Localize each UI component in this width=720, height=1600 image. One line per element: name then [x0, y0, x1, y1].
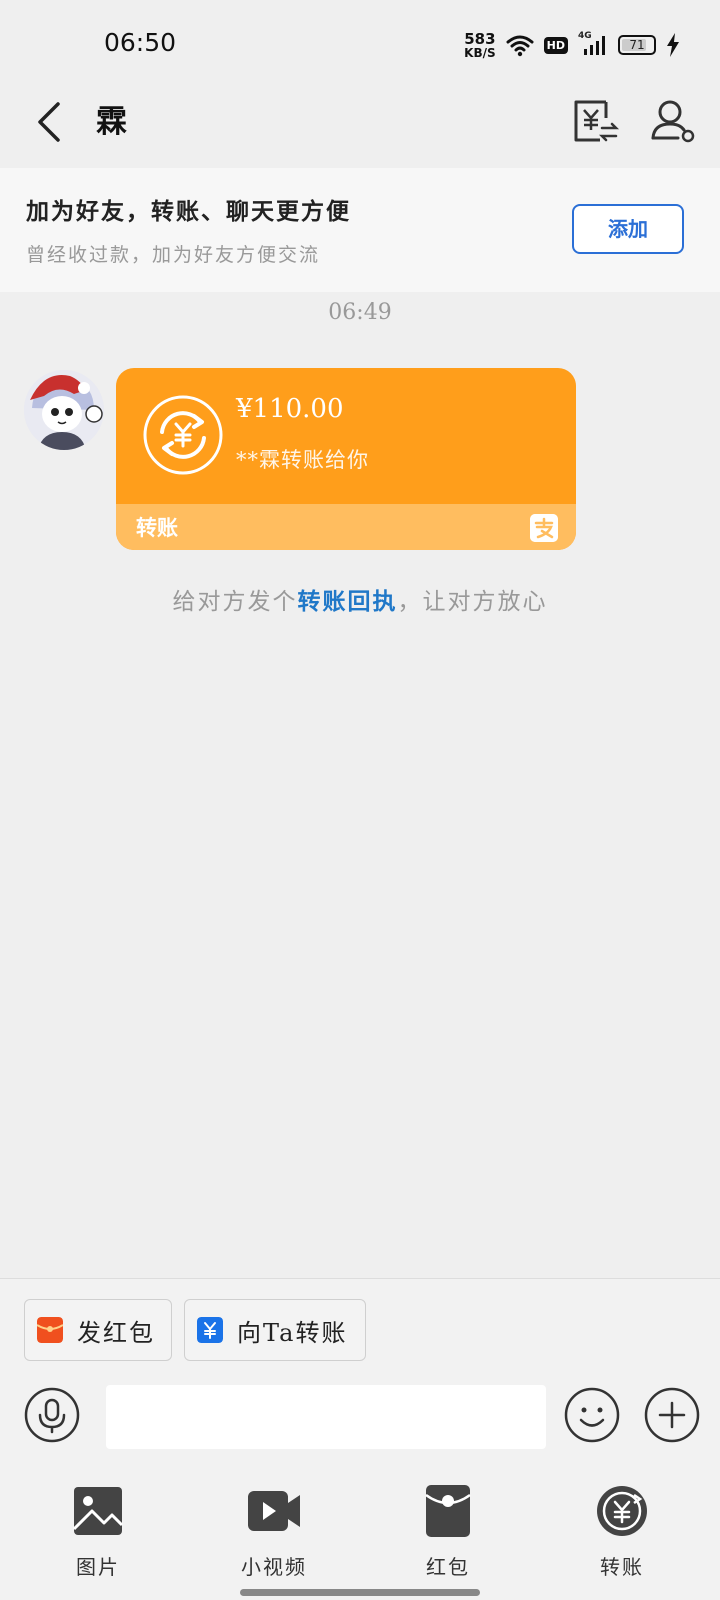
bottom-panel: 发红包 向Ta转账 图片 小视频 红包 转账	[0, 1278, 720, 1600]
microphone-icon	[24, 1387, 80, 1443]
chevron-left-icon	[38, 102, 60, 142]
tool-image-label: 图片	[76, 1555, 120, 1579]
banner-subtitle: 曾经收过款，加为好友方便交流	[26, 244, 321, 266]
network-speed-value: 583	[464, 29, 496, 48]
emoji-button[interactable]	[564, 1387, 620, 1443]
tool-transfer[interactable]: 转账	[562, 1483, 682, 1580]
transfer-to-ta-button[interactable]: 向Ta转账	[184, 1299, 366, 1361]
transfer-receipt-link[interactable]: 转账回执	[298, 588, 398, 615]
status-bar: 06:50 583 KB/S HD 4G 71	[0, 0, 720, 90]
transfer-yuan-icon	[143, 395, 223, 475]
tool-transfer-label: 转账	[600, 1555, 644, 1579]
red-packet-icon	[37, 1317, 63, 1343]
receipt-hint-after: ，让对方放心	[397, 589, 548, 615]
battery-level: 71	[629, 38, 645, 52]
wifi-icon	[506, 35, 534, 57]
add-friend-button[interactable]: 添加	[572, 204, 684, 254]
transfer-yuan-icon	[197, 1317, 223, 1343]
send-red-packet-button[interactable]: 发红包	[24, 1299, 172, 1361]
charging-icon	[667, 33, 679, 57]
status-icons: 583 KB/S HD 4G 71	[464, 30, 680, 60]
send-red-packet-label: 发红包	[77, 1318, 155, 1347]
back-button[interactable]	[30, 98, 70, 146]
add-friend-banner: 加为好友，转账、聊天更方便 曾经收过款，加为好友方便交流 添加	[0, 168, 720, 292]
tool-image[interactable]: 图片	[38, 1483, 158, 1580]
transfer-records-button[interactable]	[570, 96, 620, 146]
tool-video[interactable]: 小视频	[214, 1483, 334, 1580]
red-packet-icon	[425, 1485, 471, 1537]
nav-bar: 霖	[0, 90, 720, 168]
more-actions-button[interactable]	[644, 1387, 700, 1443]
home-indicator[interactable]	[240, 1589, 480, 1596]
voice-input-button[interactable]	[24, 1387, 80, 1443]
transfer-card-footer: 转账	[116, 504, 576, 550]
video-icon	[248, 1491, 300, 1531]
transfer-icon	[597, 1486, 647, 1536]
tool-red-packet-label: 红包	[426, 1555, 470, 1579]
transfer-amount: ¥110.00	[236, 394, 344, 424]
network-speed-unit: KB/S	[464, 45, 496, 60]
transfer-description: **霖转账给你	[236, 448, 369, 472]
user-settings-icon	[651, 100, 695, 143]
alipay-icon	[530, 514, 558, 542]
page-title: 霖	[96, 104, 127, 140]
image-icon	[72, 1487, 124, 1535]
transfer-message-card[interactable]: ¥110.00 **霖转账给你 转账	[116, 368, 576, 550]
message-timestamp: 06:49	[328, 300, 392, 325]
message-input[interactable]	[106, 1385, 546, 1449]
smiley-icon	[564, 1387, 620, 1443]
status-time: 06:50	[104, 28, 177, 57]
tool-red-packet[interactable]: 红包	[388, 1483, 508, 1580]
network-speed: 583 KB/S	[464, 29, 496, 60]
tool-video-label: 小视频	[241, 1555, 307, 1579]
receipt-hint: 给对方发个转账回执，让对方放心	[0, 582, 720, 616]
avatar-image	[24, 370, 104, 450]
profile-button[interactable]	[650, 96, 696, 146]
transfer-to-ta-label: 向Ta转账	[237, 1318, 348, 1347]
avatar[interactable]	[24, 370, 104, 450]
cellular-signal-icon: 4G	[578, 31, 608, 57]
battery-icon: 71	[618, 35, 656, 55]
receipt-hint-before: 给对方发个	[172, 589, 298, 615]
transfer-card-label: 转账	[136, 515, 178, 540]
yuan-bill-icon	[574, 100, 620, 142]
banner-title: 加为好友，转账、聊天更方便	[26, 198, 351, 225]
hd-badge: HD	[543, 36, 568, 54]
plus-icon	[644, 1387, 700, 1443]
